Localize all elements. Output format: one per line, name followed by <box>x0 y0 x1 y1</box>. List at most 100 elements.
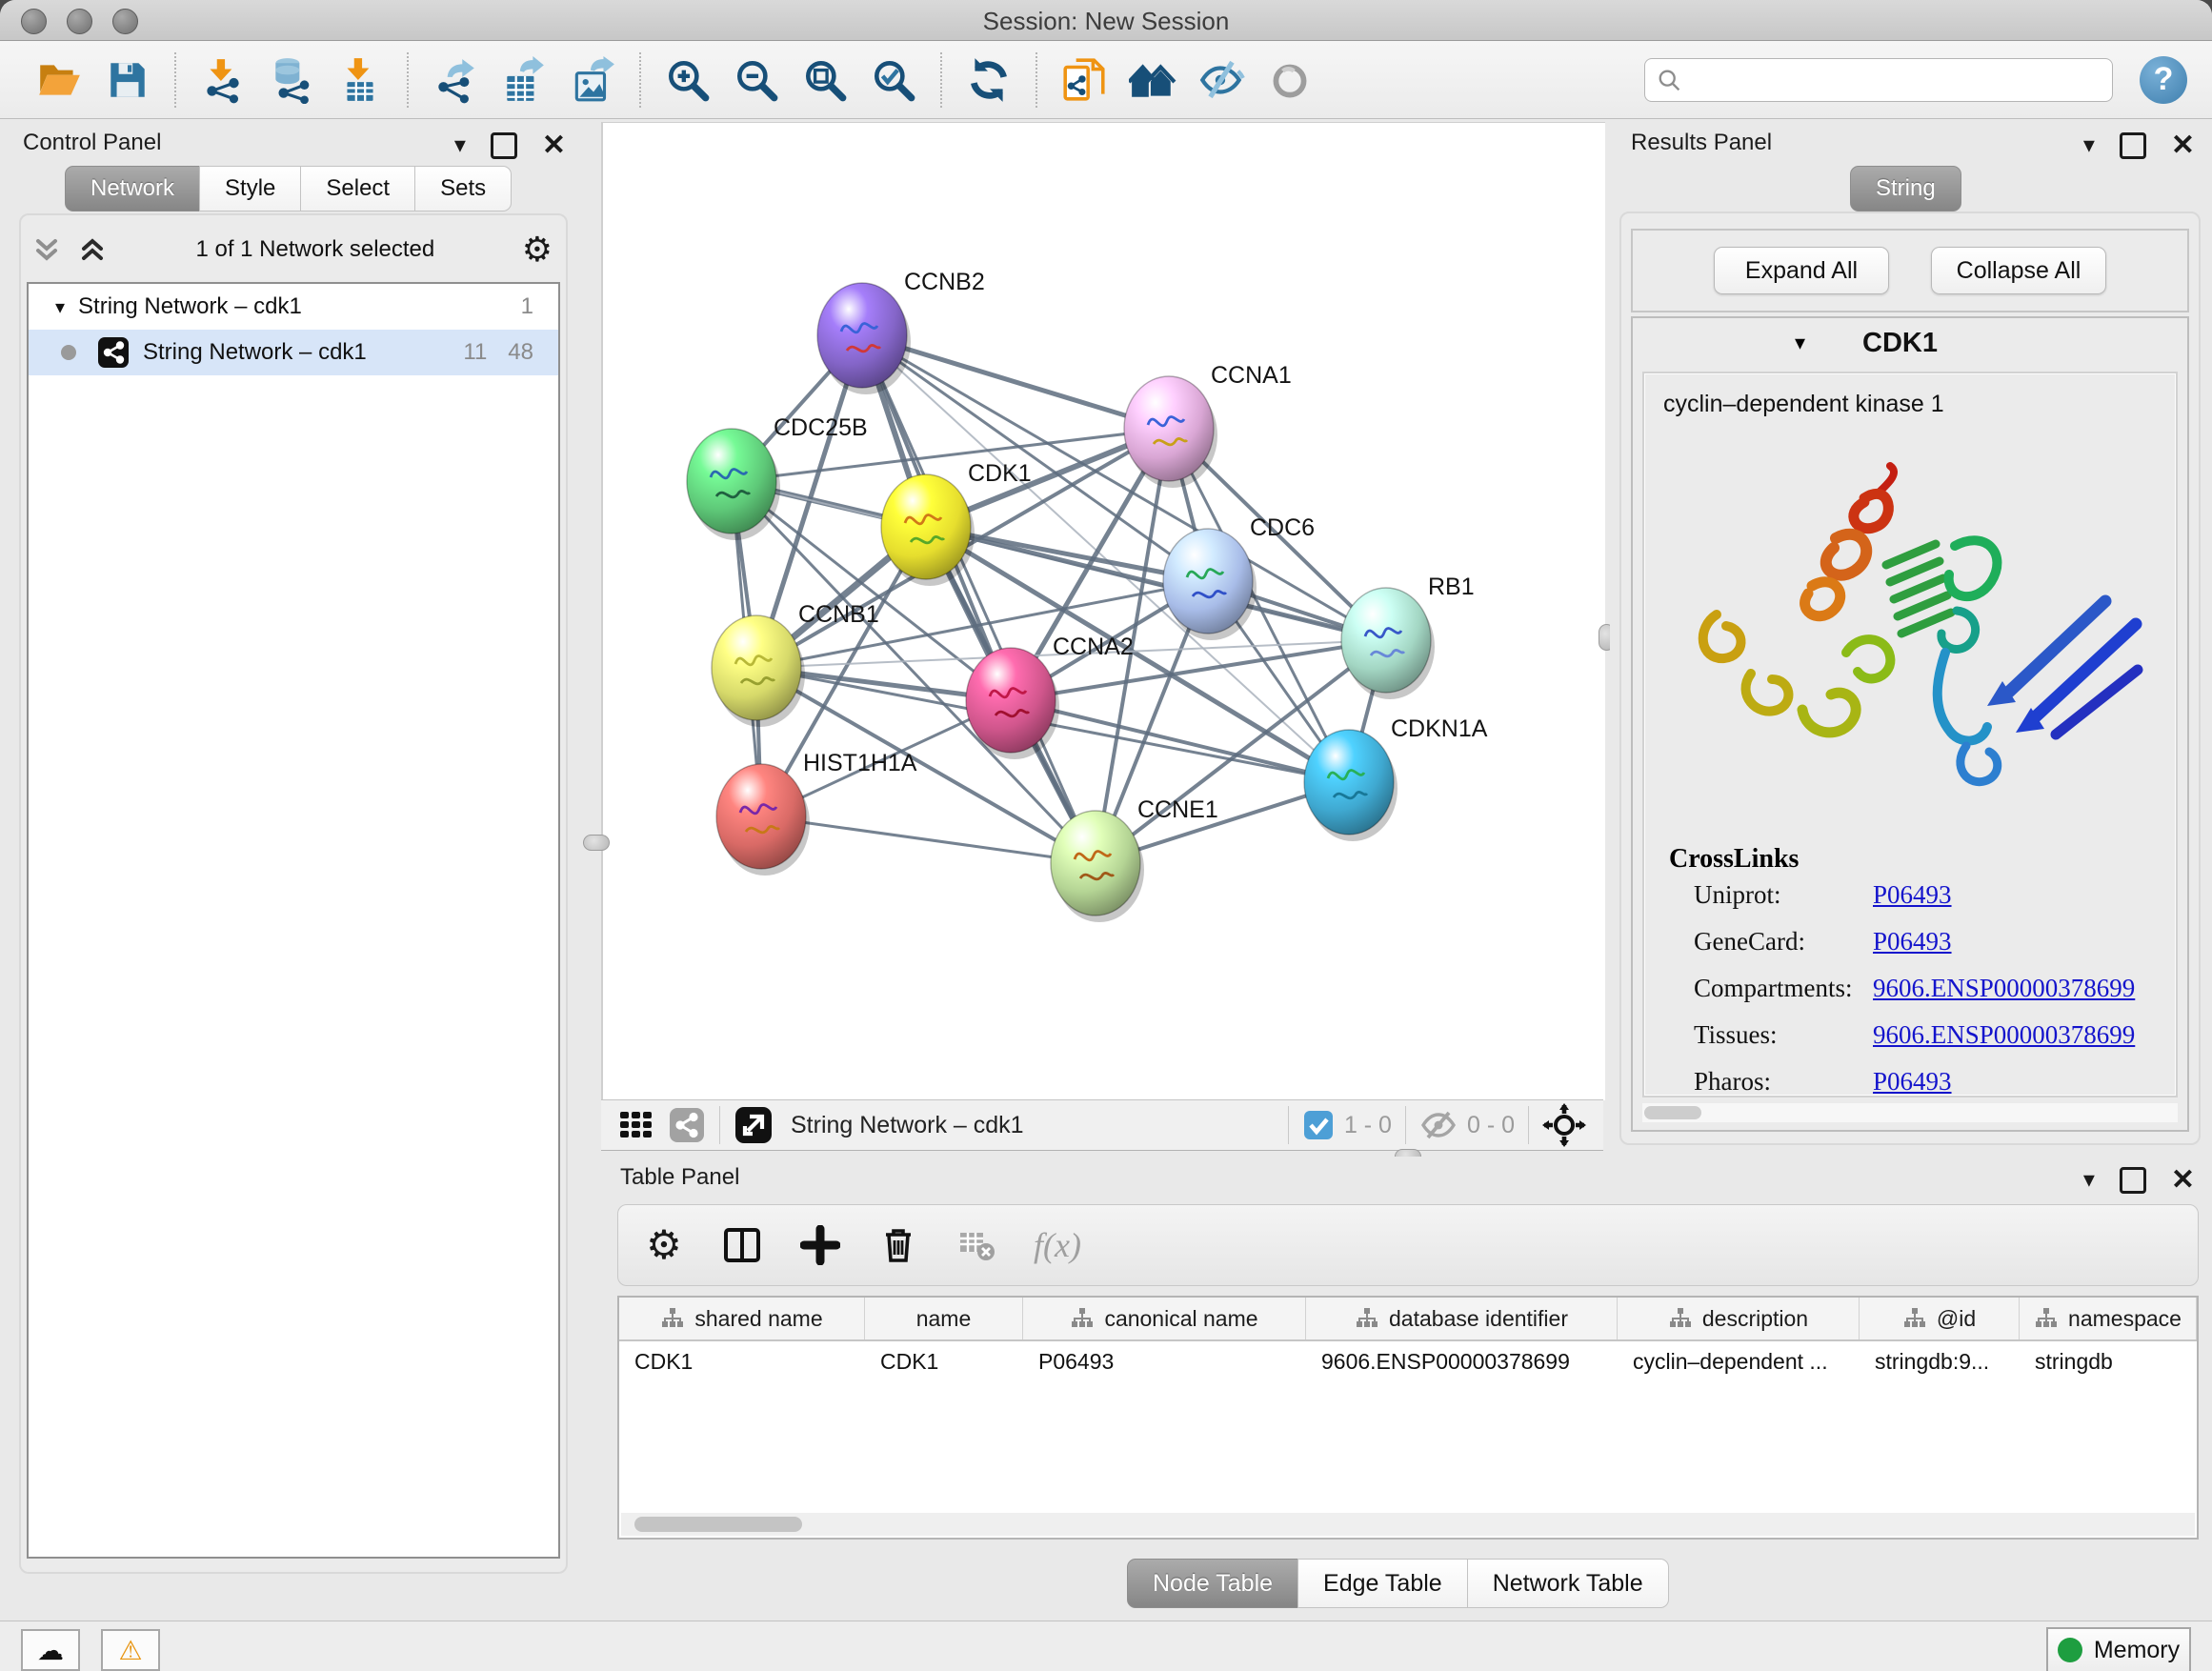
network-options-gear-icon[interactable]: ⚙ <box>522 232 553 267</box>
tab-string[interactable]: String <box>1850 166 1961 211</box>
open-view-in-window-icon[interactable] <box>734 1105 774 1145</box>
import-table-from-file-icon[interactable] <box>334 54 386 106</box>
crosslink-label: Compartments: <box>1694 974 1873 1003</box>
collection-expand-icon[interactable]: ▾ <box>55 295 65 319</box>
show-columns-icon[interactable] <box>721 1224 763 1266</box>
fit-selected-crosshair-icon[interactable] <box>1542 1103 1586 1147</box>
panel-menu-icon[interactable]: ▾ <box>2083 134 2095 157</box>
network-edge[interactable] <box>761 816 1096 863</box>
zoom-fit-icon[interactable] <box>799 54 851 106</box>
function-builder-icon[interactable]: f(x) <box>1034 1225 1081 1265</box>
table-cell[interactable]: 9606.ENSP00000378699 <box>1306 1341 1618 1383</box>
network-node-ccnb2[interactable]: CCNB2 <box>817 269 985 394</box>
selected-checkbox-icon[interactable] <box>1302 1109 1335 1141</box>
entry-collapse-icon[interactable]: ▾ <box>1795 331 1805 355</box>
zoom-selected-icon[interactable] <box>868 54 919 106</box>
expand-all-button[interactable]: Expand All <box>1714 247 1889 294</box>
table-cell[interactable]: CDK1 <box>865 1341 1023 1383</box>
tab-network[interactable]: Network <box>65 166 200 211</box>
save-session-icon[interactable] <box>102 54 153 106</box>
network-node-cdc25b[interactable]: CDC25B <box>687 414 868 540</box>
crosslink-value-link[interactable]: 9606.ENSP00000378699 <box>1873 974 2135 1003</box>
export-image-icon[interactable] <box>567 54 618 106</box>
table-options-gear-icon[interactable]: ⚙ <box>643 1224 685 1266</box>
table-row[interactable]: CDK1CDK1P064939606.ENSP00000378699cyclin… <box>619 1341 2197 1383</box>
network-node-rb1[interactable]: RB1 <box>1341 574 1475 699</box>
close-panel-icon[interactable]: ✕ <box>2171 1166 2195 1195</box>
cloud-status-button[interactable]: ☁ <box>21 1629 80 1671</box>
table-cell[interactable]: CDK1 <box>619 1341 865 1383</box>
left-splitter-handle[interactable] <box>583 835 610 851</box>
crosslink-value-link[interactable]: P06493 <box>1873 927 1952 956</box>
tab-edge-table[interactable]: Edge Table <box>1297 1559 1468 1608</box>
add-column-icon[interactable] <box>799 1224 841 1266</box>
network-node-ccna2[interactable]: CCNA2 <box>966 634 1134 759</box>
close-panel-icon[interactable]: ✕ <box>2171 131 2195 160</box>
panel-menu-icon[interactable]: ▾ <box>2083 1169 2095 1192</box>
column-header-canonical-name[interactable]: canonical name <box>1023 1298 1306 1339</box>
crosslink-value-link[interactable]: 9606.ENSP00000378699 <box>1873 1020 2135 1050</box>
crosslink-value-link[interactable]: P06493 <box>1873 1067 1952 1097</box>
import-network-from-file-icon[interactable] <box>197 54 249 106</box>
crosslinks-title: CrossLinks <box>1669 844 2176 875</box>
column-header--id[interactable]: @id <box>1860 1298 2020 1339</box>
network-collection-row[interactable]: ▾ String Network – cdk1 1 <box>29 284 558 330</box>
search-box[interactable] <box>1644 58 2113 102</box>
hide-selected-icon[interactable] <box>1196 54 1247 106</box>
open-session-icon[interactable] <box>33 54 85 106</box>
column-header-namespace[interactable]: namespace <box>2020 1298 2197 1339</box>
network-edge[interactable] <box>1011 700 1349 782</box>
network-node-cdc6[interactable]: CDC6 <box>1163 514 1315 640</box>
search-input[interactable] <box>1681 66 2101 94</box>
help-button[interactable]: ? <box>2140 56 2187 104</box>
float-panel-icon[interactable] <box>2120 132 2146 159</box>
tab-network-table[interactable]: Network Table <box>1467 1559 1669 1608</box>
tab-style[interactable]: Style <box>199 166 301 211</box>
hidden-eye-icon[interactable] <box>1419 1108 1458 1142</box>
zoom-in-icon[interactable] <box>662 54 714 106</box>
close-panel-icon[interactable]: ✕ <box>542 131 566 160</box>
crosslink-value-link[interactable]: P06493 <box>1873 880 1952 910</box>
network-node-count: 11 <box>463 339 487 366</box>
column-header-description[interactable]: description <box>1618 1298 1860 1339</box>
home-networks-icon[interactable] <box>1127 54 1178 106</box>
network-edge[interactable] <box>862 335 1096 863</box>
column-header-shared-name[interactable]: shared name <box>619 1298 865 1339</box>
network-canvas[interactable]: CCNB2CCNA1CDC25BCDK1CDC6RB1CCNB1CCNA2CDK… <box>601 122 1605 1100</box>
table-horizontal-scrollbar[interactable] <box>621 1513 2195 1536</box>
table-cell[interactable]: cyclin–dependent ... <box>1618 1341 1860 1383</box>
float-panel-icon[interactable] <box>491 132 517 159</box>
clone-network-icon[interactable] <box>1058 54 1110 106</box>
import-network-from-database-icon[interactable] <box>266 54 317 106</box>
preview-icon[interactable] <box>1264 54 1316 106</box>
network-badge-icon[interactable] <box>668 1106 706 1144</box>
panel-menu-icon[interactable]: ▾ <box>454 134 466 157</box>
export-table-icon[interactable] <box>498 54 550 106</box>
delete-column-icon[interactable] <box>877 1224 919 1266</box>
tab-node-table[interactable]: Node Table <box>1127 1559 1298 1608</box>
column-header-database-identifier[interactable]: database identifier <box>1306 1298 1618 1339</box>
grid-view-icon[interactable] <box>616 1106 654 1144</box>
table-cell[interactable]: stringdb:9... <box>1860 1341 2020 1383</box>
tab-sets[interactable]: Sets <box>414 166 512 211</box>
table-cell[interactable]: stringdb <box>2020 1341 2197 1383</box>
zoom-out-icon[interactable] <box>731 54 782 106</box>
network-node-hist1h1a[interactable]: HIST1H1A <box>716 750 917 876</box>
delete-table-icon[interactable] <box>955 1224 997 1266</box>
collapse-all-icon[interactable] <box>30 233 63 266</box>
network-node-ccne1[interactable]: CCNE1 <box>1051 796 1218 922</box>
expand-all-icon[interactable] <box>76 233 109 266</box>
titlebar: Session: New Session <box>0 0 2212 41</box>
memory-button[interactable]: Memory <box>2046 1627 2191 1671</box>
column-header-name[interactable]: name <box>865 1298 1023 1339</box>
export-network-icon[interactable] <box>430 54 481 106</box>
warnings-button[interactable]: ⚠ <box>101 1629 160 1671</box>
float-panel-icon[interactable] <box>2120 1167 2146 1194</box>
network-row-selected[interactable]: String Network – cdk1 11 48 <box>29 330 558 375</box>
table-cell[interactable]: P06493 <box>1023 1341 1306 1383</box>
collapse-all-button[interactable]: Collapse All <box>1931 247 2106 294</box>
refresh-view-icon[interactable] <box>963 54 1015 106</box>
network-node-cdkn1a[interactable]: CDKN1A <box>1304 715 1488 841</box>
results-scrollbar[interactable] <box>1642 1103 2178 1122</box>
tab-select[interactable]: Select <box>300 166 415 211</box>
